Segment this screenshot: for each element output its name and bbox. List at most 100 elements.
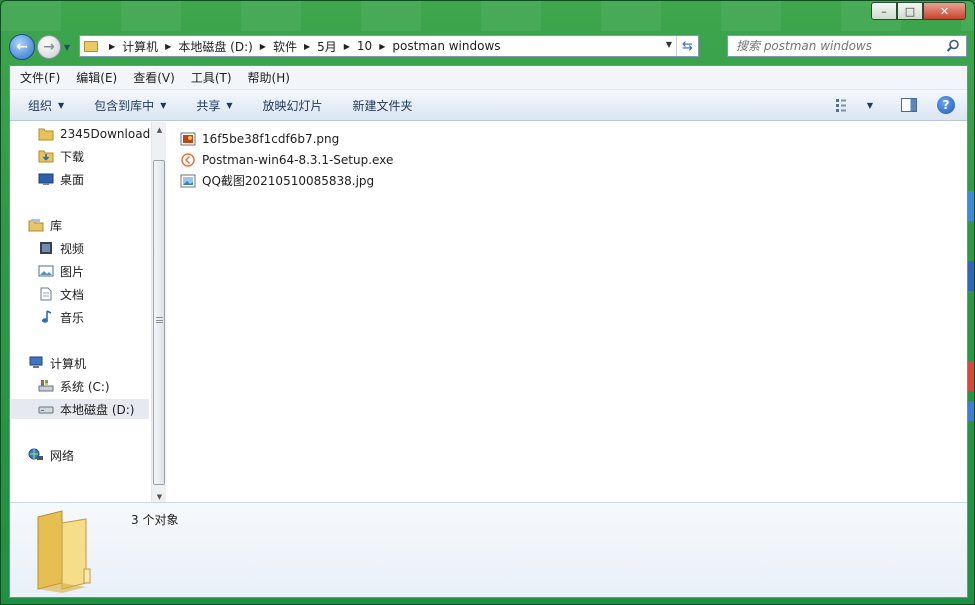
back-arrow-icon[interactable]: ← — [9, 34, 35, 60]
sidebar-item-label: 库 — [50, 218, 63, 233]
sidebar-item-local-disk-d[interactable]: 本地磁盘 (D:) — [11, 399, 149, 419]
breadcrumb-postman-windows[interactable]: postman windows — [392, 39, 500, 53]
menu-help[interactable]: 帮助(H) — [248, 69, 290, 86]
toolbar-right: ▼ ? — [835, 96, 955, 114]
organize-label: 组织 — [28, 98, 53, 113]
png-image-icon — [180, 132, 196, 145]
view-options-chevron-down-icon[interactable]: ▼ — [867, 101, 873, 110]
desktop-icon — [38, 173, 54, 185]
sidebar-item-label: 音乐 — [60, 310, 85, 325]
breadcrumb-10[interactable]: 10 — [357, 39, 372, 53]
breadcrumb-arrow-icon[interactable]: ▶ — [344, 42, 350, 51]
sidebar-item-documents[interactable]: 文档 — [38, 284, 84, 304]
sidebar-item-downloads[interactable]: 下载 — [38, 146, 84, 166]
search-input[interactable] — [736, 39, 936, 53]
menu-tools[interactable]: 工具(T) — [191, 69, 232, 86]
computer-icon — [29, 356, 43, 368]
sidebar-item-pictures[interactable]: 图片 — [38, 261, 84, 281]
refresh-icon[interactable]: ⇆ — [676, 36, 698, 56]
menu-file[interactable]: 文件(F) — [20, 69, 60, 86]
sidebar-item-label: 本地磁盘 (D:) — [60, 402, 135, 417]
breadcrumb-arrow-icon[interactable]: ▶ — [379, 42, 385, 51]
sidebar-item-label: 文档 — [60, 287, 85, 302]
explorer-window-frame: – □ ✕ ← → ▼ ▶ 计算机 ▶ 本地磁盘 (D:) ▶ 软件 ▶ 5月 … — [0, 0, 975, 605]
breadcrumb-computer[interactable]: 计算机 — [122, 38, 158, 55]
breadcrumb-may[interactable]: 5月 — [317, 38, 337, 55]
forward-arrow-icon[interactable]: → — [37, 35, 61, 59]
organize-button[interactable]: 组织 ▼ — [28, 97, 64, 114]
list-item[interactable]: QQ截图20210510085838.jpg — [180, 170, 393, 191]
address-history-chevron-down-icon[interactable]: ▼ — [666, 40, 672, 49]
new-folder-button[interactable]: 新建文件夹 — [353, 97, 413, 114]
preview-pane-icon[interactable] — [901, 98, 917, 112]
sidebar-item-label: 2345Downloads — [60, 127, 157, 141]
sidebar-item-label: 网络 — [50, 448, 75, 463]
sidebar-item-label: 视频 — [60, 241, 85, 256]
details-pane: 3 个对象 — [10, 502, 967, 597]
slideshow-label: 放映幻灯片 — [262, 98, 323, 113]
navigation-bar: ← → ▼ ▶ 计算机 ▶ 本地磁盘 (D:) ▶ 软件 ▶ 5月 ▶ 10 ▶… — [9, 33, 968, 61]
item-count: 3 个对象 — [131, 513, 179, 527]
share-button[interactable]: 共享 ▼ — [196, 97, 232, 114]
close-button[interactable]: ✕ — [923, 2, 966, 20]
music-icon — [42, 310, 52, 323]
scrollbar-thumb[interactable] — [153, 160, 165, 485]
file-name: 16f5be38f1cdf6b7.png — [202, 131, 340, 146]
file-name: Postman-win64-8.3.1-Setup.exe — [202, 152, 394, 167]
include-in-library-button[interactable]: 包含到库中 ▼ — [94, 97, 166, 114]
system-drive-icon — [38, 380, 54, 392]
breadcrumb-software[interactable]: 软件 — [273, 38, 297, 55]
menu-edit[interactable]: 编辑(E) — [76, 69, 117, 86]
minimize-button[interactable]: – — [871, 2, 897, 20]
video-icon — [40, 242, 52, 254]
sidebar-item-desktop[interactable]: 桌面 — [38, 169, 84, 189]
recent-pages-chevron-down-icon[interactable]: ▼ — [64, 43, 70, 52]
folder-icon — [84, 40, 98, 52]
postman-exe-icon — [181, 152, 195, 167]
documents-icon — [40, 287, 52, 301]
sidebar-item-label: 桌面 — [60, 172, 85, 187]
address-bar[interactable]: ▶ 计算机 ▶ 本地磁盘 (D:) ▶ 软件 ▶ 5月 ▶ 10 ▶ postm… — [79, 35, 699, 57]
breadcrumb-local-disk[interactable]: 本地磁盘 (D:) — [178, 38, 252, 55]
search-icon[interactable] — [946, 39, 960, 53]
sidebar-item-computer[interactable]: 计算机 — [28, 353, 86, 373]
breadcrumb-arrow-icon[interactable]: ▶ — [109, 42, 115, 51]
breadcrumb-arrow-icon[interactable]: ▶ — [304, 42, 310, 51]
breadcrumb-arrow-icon[interactable]: ▶ — [165, 42, 171, 51]
view-options-icon[interactable] — [835, 98, 853, 112]
sidebar-item-label: 下载 — [60, 149, 85, 164]
menu-view[interactable]: 查看(V) — [133, 69, 175, 86]
caption-buttons: – □ ✕ — [871, 2, 966, 20]
sidebar-item-2345downloads[interactable]: 2345Downloads — [38, 124, 156, 144]
folder-icon — [37, 510, 91, 593]
sidebar-item-label: 系统 (C:) — [60, 379, 110, 394]
chevron-down-icon: ▼ — [160, 100, 167, 110]
sidebar-item-network[interactable]: 网络 — [28, 445, 74, 465]
sidebar-item-library[interactable]: 库 — [28, 215, 62, 235]
file-name: QQ截图20210510085838.jpg — [202, 174, 375, 188]
maximize-button[interactable]: □ — [897, 2, 923, 20]
jpg-image-icon — [180, 174, 196, 187]
command-bar: 组织 ▼ 包含到库中 ▼ 共享 ▼ 放映幻灯片 新建文件夹 ▼ ? — [10, 90, 967, 121]
list-item[interactable]: Postman-win64-8.3.1-Setup.exe — [180, 149, 393, 170]
sidebar-item-system-c[interactable]: 系统 (C:) — [38, 376, 110, 396]
sidebar-item-label: 图片 — [60, 264, 85, 279]
downloads-icon — [38, 150, 54, 163]
folder-icon — [38, 128, 54, 141]
pictures-icon — [38, 265, 54, 277]
search-box[interactable] — [727, 35, 967, 57]
sidebar-item-music[interactable]: 音乐 — [38, 307, 84, 327]
help-icon[interactable]: ? — [937, 96, 955, 114]
menu-bar: 文件(F) 编辑(E) 查看(V) 工具(T) 帮助(H) — [10, 66, 967, 90]
navigation-pane: 2345Downloads 下载 桌面 库 视频 图片 文档 音乐 计算机 系统… — [10, 122, 156, 505]
slideshow-button[interactable]: 放映幻灯片 — [263, 97, 323, 114]
sidebar-item-videos[interactable]: 视频 — [38, 238, 84, 258]
chevron-down-icon: ▼ — [226, 100, 233, 110]
breadcrumb-arrow-icon[interactable]: ▶ — [260, 42, 266, 51]
library-icon — [28, 219, 44, 232]
sidebar-item-label: 计算机 — [50, 356, 87, 371]
scroll-up-icon[interactable]: ▲ — [152, 122, 167, 138]
list-item[interactable]: 16f5be38f1cdf6b7.png — [180, 128, 393, 149]
explorer-body: 文件(F) 编辑(E) 查看(V) 工具(T) 帮助(H) 组织 ▼ 包含到库中… — [9, 65, 968, 598]
navigation-scrollbar[interactable]: ▲ ▼ — [151, 122, 166, 505]
